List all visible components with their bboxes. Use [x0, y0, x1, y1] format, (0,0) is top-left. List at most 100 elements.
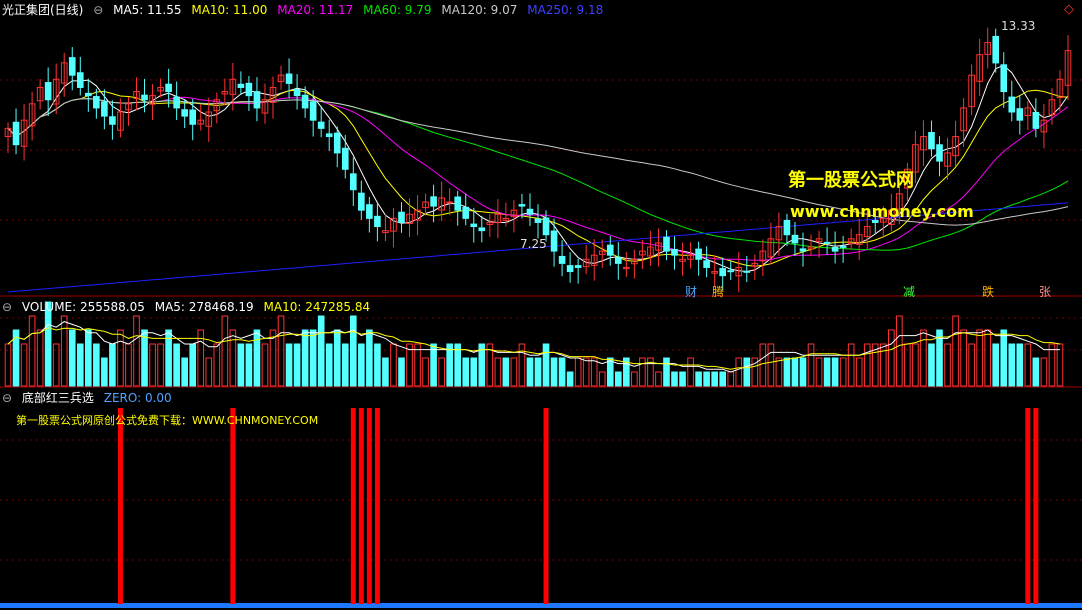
- event-zhang[interactable]: 张: [1039, 283, 1051, 300]
- volume-bar: [534, 357, 542, 387]
- candle-body: [703, 260, 710, 268]
- volume-bar: [181, 357, 188, 387]
- volume-bar: [205, 357, 213, 387]
- formula-note: 第一股票公式网原创公式免费下载：WWW.CHNMONEY.COM: [16, 414, 319, 427]
- candle-body: [743, 270, 751, 273]
- volume-bar: [799, 357, 807, 387]
- volume-bar: [671, 371, 678, 387]
- ma20-label: MA20: 11.17: [277, 3, 354, 17]
- volume-bar: [28, 315, 36, 387]
- volume-bar: [606, 357, 614, 387]
- signal-bars: [0, 408, 1082, 608]
- panel-toggle-icon[interactable]: ◇: [1064, 2, 1074, 17]
- volume-bar: [462, 357, 470, 387]
- volume-settings-icon[interactable]: ⊖: [2, 300, 12, 314]
- volume-bar: [101, 357, 108, 387]
- candle-body: [293, 88, 301, 97]
- signal-bar: [350, 408, 356, 604]
- volume-bar: [93, 343, 100, 387]
- volume-bar: [430, 343, 437, 387]
- ma60-label: MA60: 9.79: [363, 3, 432, 17]
- candle-body: [317, 121, 325, 129]
- volume-panel-header: ⊖ VOLUME: 255588.05 MA5: 278468.19 MA10:…: [2, 299, 376, 315]
- candle-body: [101, 101, 108, 117]
- main-panel-header: 光正集团(日线) ⊖ MA5: 11.55 MA10: 11.00 MA20: …: [2, 2, 609, 18]
- volume-bar: [984, 329, 991, 387]
- volume-bar: [446, 343, 453, 387]
- candle-body: [358, 192, 365, 211]
- volume-bar: [783, 357, 791, 387]
- candle-body: [454, 196, 462, 211]
- candle-body: [173, 96, 180, 109]
- volume-bar: [76, 343, 84, 387]
- watermark-title: 第一股票公式网: [788, 170, 914, 191]
- candle-body: [189, 109, 197, 125]
- volume-bar: [398, 357, 405, 387]
- candle-body: [534, 218, 542, 223]
- event-jian[interactable]: 减: [903, 283, 915, 300]
- volume-bar: [960, 329, 967, 387]
- volume-bar: [743, 357, 751, 387]
- settings-icon[interactable]: ⊖: [93, 3, 103, 17]
- volume-bar: [382, 357, 389, 387]
- candle-body: [478, 227, 486, 232]
- high-price-label: 13.33: [1001, 19, 1036, 33]
- candle-body: [462, 206, 470, 219]
- zero-label: ZERO: 0.00: [103, 391, 172, 405]
- ma250-label: MA250: 9.18: [527, 3, 604, 17]
- stock-title[interactable]: 光正集团(日线): [2, 3, 83, 17]
- candle-body: [614, 257, 622, 264]
- volume-bar: [285, 343, 293, 387]
- volume-bar: [60, 315, 68, 387]
- signal-bar: [230, 408, 236, 604]
- volume-bar: [598, 371, 606, 387]
- candle-body: [68, 57, 76, 76]
- volume-bar: [470, 357, 478, 387]
- candle-body: [671, 248, 678, 256]
- volume-bar: [349, 315, 357, 387]
- volume-bar: [566, 371, 574, 387]
- volume-bar: [663, 357, 670, 387]
- volume-bar: [1008, 343, 1016, 387]
- volume-bar: [141, 329, 148, 387]
- volume-bar: [1040, 357, 1048, 387]
- event-teng[interactable]: 腾: [712, 283, 724, 300]
- candle-body: [526, 208, 534, 215]
- volume-bar: [245, 343, 253, 387]
- volume-bar: [831, 357, 839, 387]
- candle-body: [719, 268, 727, 277]
- candle-body: [285, 73, 293, 84]
- volume-bar: [839, 357, 847, 387]
- volume-bar: [85, 329, 92, 387]
- event-die[interactable]: 跌: [982, 283, 994, 300]
- volume-bar: [655, 371, 662, 387]
- signal-settings-icon[interactable]: ⊖: [2, 391, 12, 405]
- volume-label: VOLUME: 255588.05: [21, 300, 145, 314]
- volume-bar: [791, 357, 799, 387]
- candle-body: [309, 101, 317, 121]
- volume-bar: [277, 315, 285, 387]
- candle-body: [839, 245, 847, 248]
- volume-bar: [823, 357, 831, 387]
- zero-line: [0, 603, 1082, 608]
- volume-ma5-label: MA5: 278468.19: [154, 300, 254, 314]
- candle-body: [791, 234, 799, 244]
- ma10-label: MA10: 11.00: [191, 3, 268, 17]
- signal-bar: [374, 408, 380, 604]
- candle-body: [109, 116, 116, 125]
- candle-body: [1008, 96, 1016, 113]
- volume-bar: [1016, 343, 1024, 387]
- candle-body: [606, 244, 614, 256]
- volume-bar: [454, 343, 462, 387]
- candle-body: [245, 82, 253, 97]
- volume-bar: [341, 343, 349, 387]
- candle-body: [727, 270, 735, 273]
- volume-bar: [325, 343, 333, 387]
- volume-bar: [590, 357, 598, 387]
- event-cai[interactable]: 财: [685, 283, 697, 300]
- candle-body: [1032, 111, 1040, 129]
- signal-bar: [117, 408, 123, 604]
- volume-bar: [574, 357, 582, 387]
- candle-body: [85, 92, 92, 97]
- signal-panel-header: ⊖ 底部红三兵选 ZERO: 0.00: [2, 390, 178, 406]
